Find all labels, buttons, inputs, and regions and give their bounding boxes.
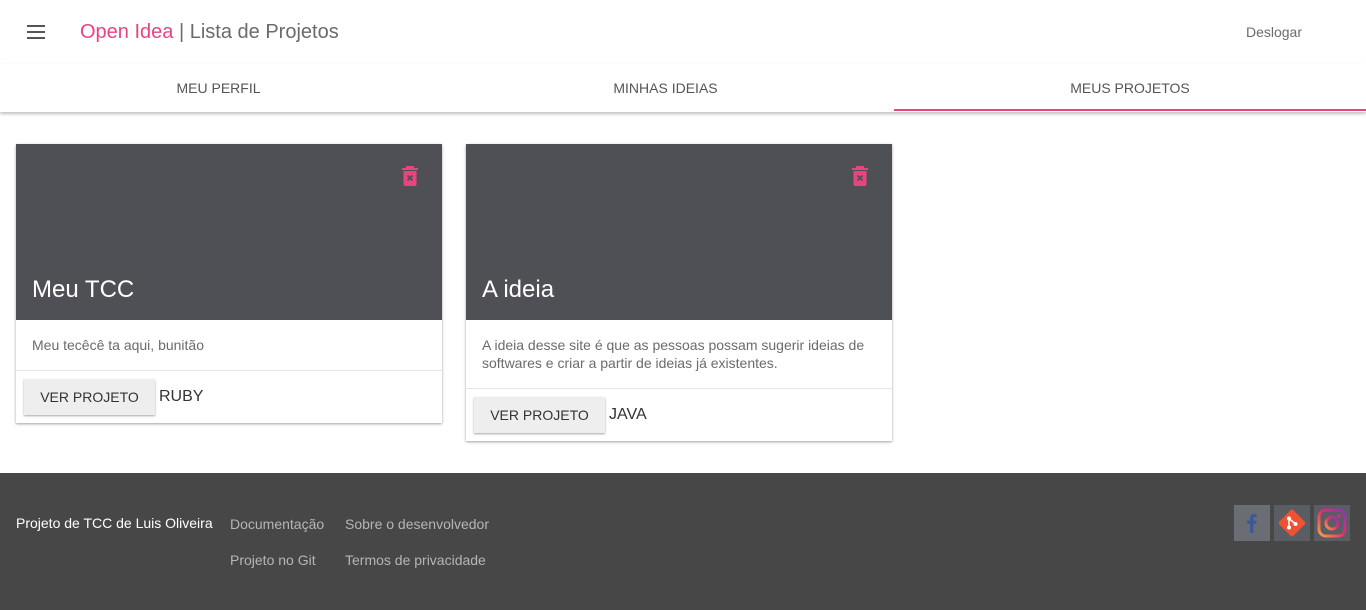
footer-link-sobre[interactable]: Sobre o desenvolvedor (345, 516, 489, 532)
logout-button[interactable]: Deslogar (1246, 24, 1302, 40)
card-description: Meu tecêcê ta aqui, bunitão (16, 320, 442, 371)
view-project-button[interactable]: VER PROJETO (474, 397, 605, 433)
tab-bar: MEU PERFIL MINHAS IDEIAS MEUS PROJETOS (0, 64, 1366, 112)
tab-meu-perfil[interactable]: MEU PERFIL (0, 64, 437, 112)
card-description: A ideia desse site é que as pessoas poss… (466, 320, 892, 389)
view-project-button[interactable]: VER PROJETO (24, 379, 155, 415)
footer-credit: Projeto de TCC de Luis Oliveira (16, 515, 213, 531)
active-tab-indicator (894, 109, 1366, 111)
footer-link-documentacao[interactable]: Documentação (230, 516, 324, 532)
tab-minhas-ideias[interactable]: MINHAS IDEIAS (437, 64, 894, 112)
card-title: Meu TCC (32, 276, 135, 303)
project-card: Meu TCC Meu tecêcê ta aqui, bunitão VER … (16, 144, 442, 423)
page-title: Open Idea | Lista de Projetos (80, 20, 339, 44)
card-actions: VER PROJETO RUBY (16, 371, 442, 423)
title-separator: | (173, 21, 190, 43)
footer: Projeto de TCC de Luis Oliveira Document… (0, 473, 1366, 610)
delete-forever-icon[interactable] (400, 165, 420, 187)
project-card: A ideia A ideia desse site é que as pess… (466, 144, 892, 441)
git-icon[interactable] (1274, 505, 1310, 541)
card-title: A ideia (482, 276, 555, 303)
instagram-icon[interactable] (1314, 505, 1350, 541)
footer-link-git[interactable]: Projeto no Git (230, 552, 316, 568)
footer-link-privacidade[interactable]: Termos de privacidade (345, 552, 486, 568)
brand-name[interactable]: Open Idea (80, 21, 173, 43)
menu-icon[interactable] (24, 22, 48, 42)
app-bar: Open Idea | Lista de Projetos Deslogar (0, 0, 1366, 64)
card-header: Meu TCC (16, 144, 442, 320)
card-actions: VER PROJETO JAVA (466, 389, 892, 441)
facebook-icon[interactable] (1234, 505, 1270, 541)
tab-meus-projetos[interactable]: MEUS PROJETOS (894, 64, 1366, 112)
delete-forever-icon[interactable] (850, 165, 870, 187)
project-language: JAVA (609, 406, 647, 423)
project-language: RUBY (159, 388, 204, 405)
page-title-text: Lista de Projetos (189, 21, 339, 43)
card-header: A ideia (466, 144, 892, 320)
